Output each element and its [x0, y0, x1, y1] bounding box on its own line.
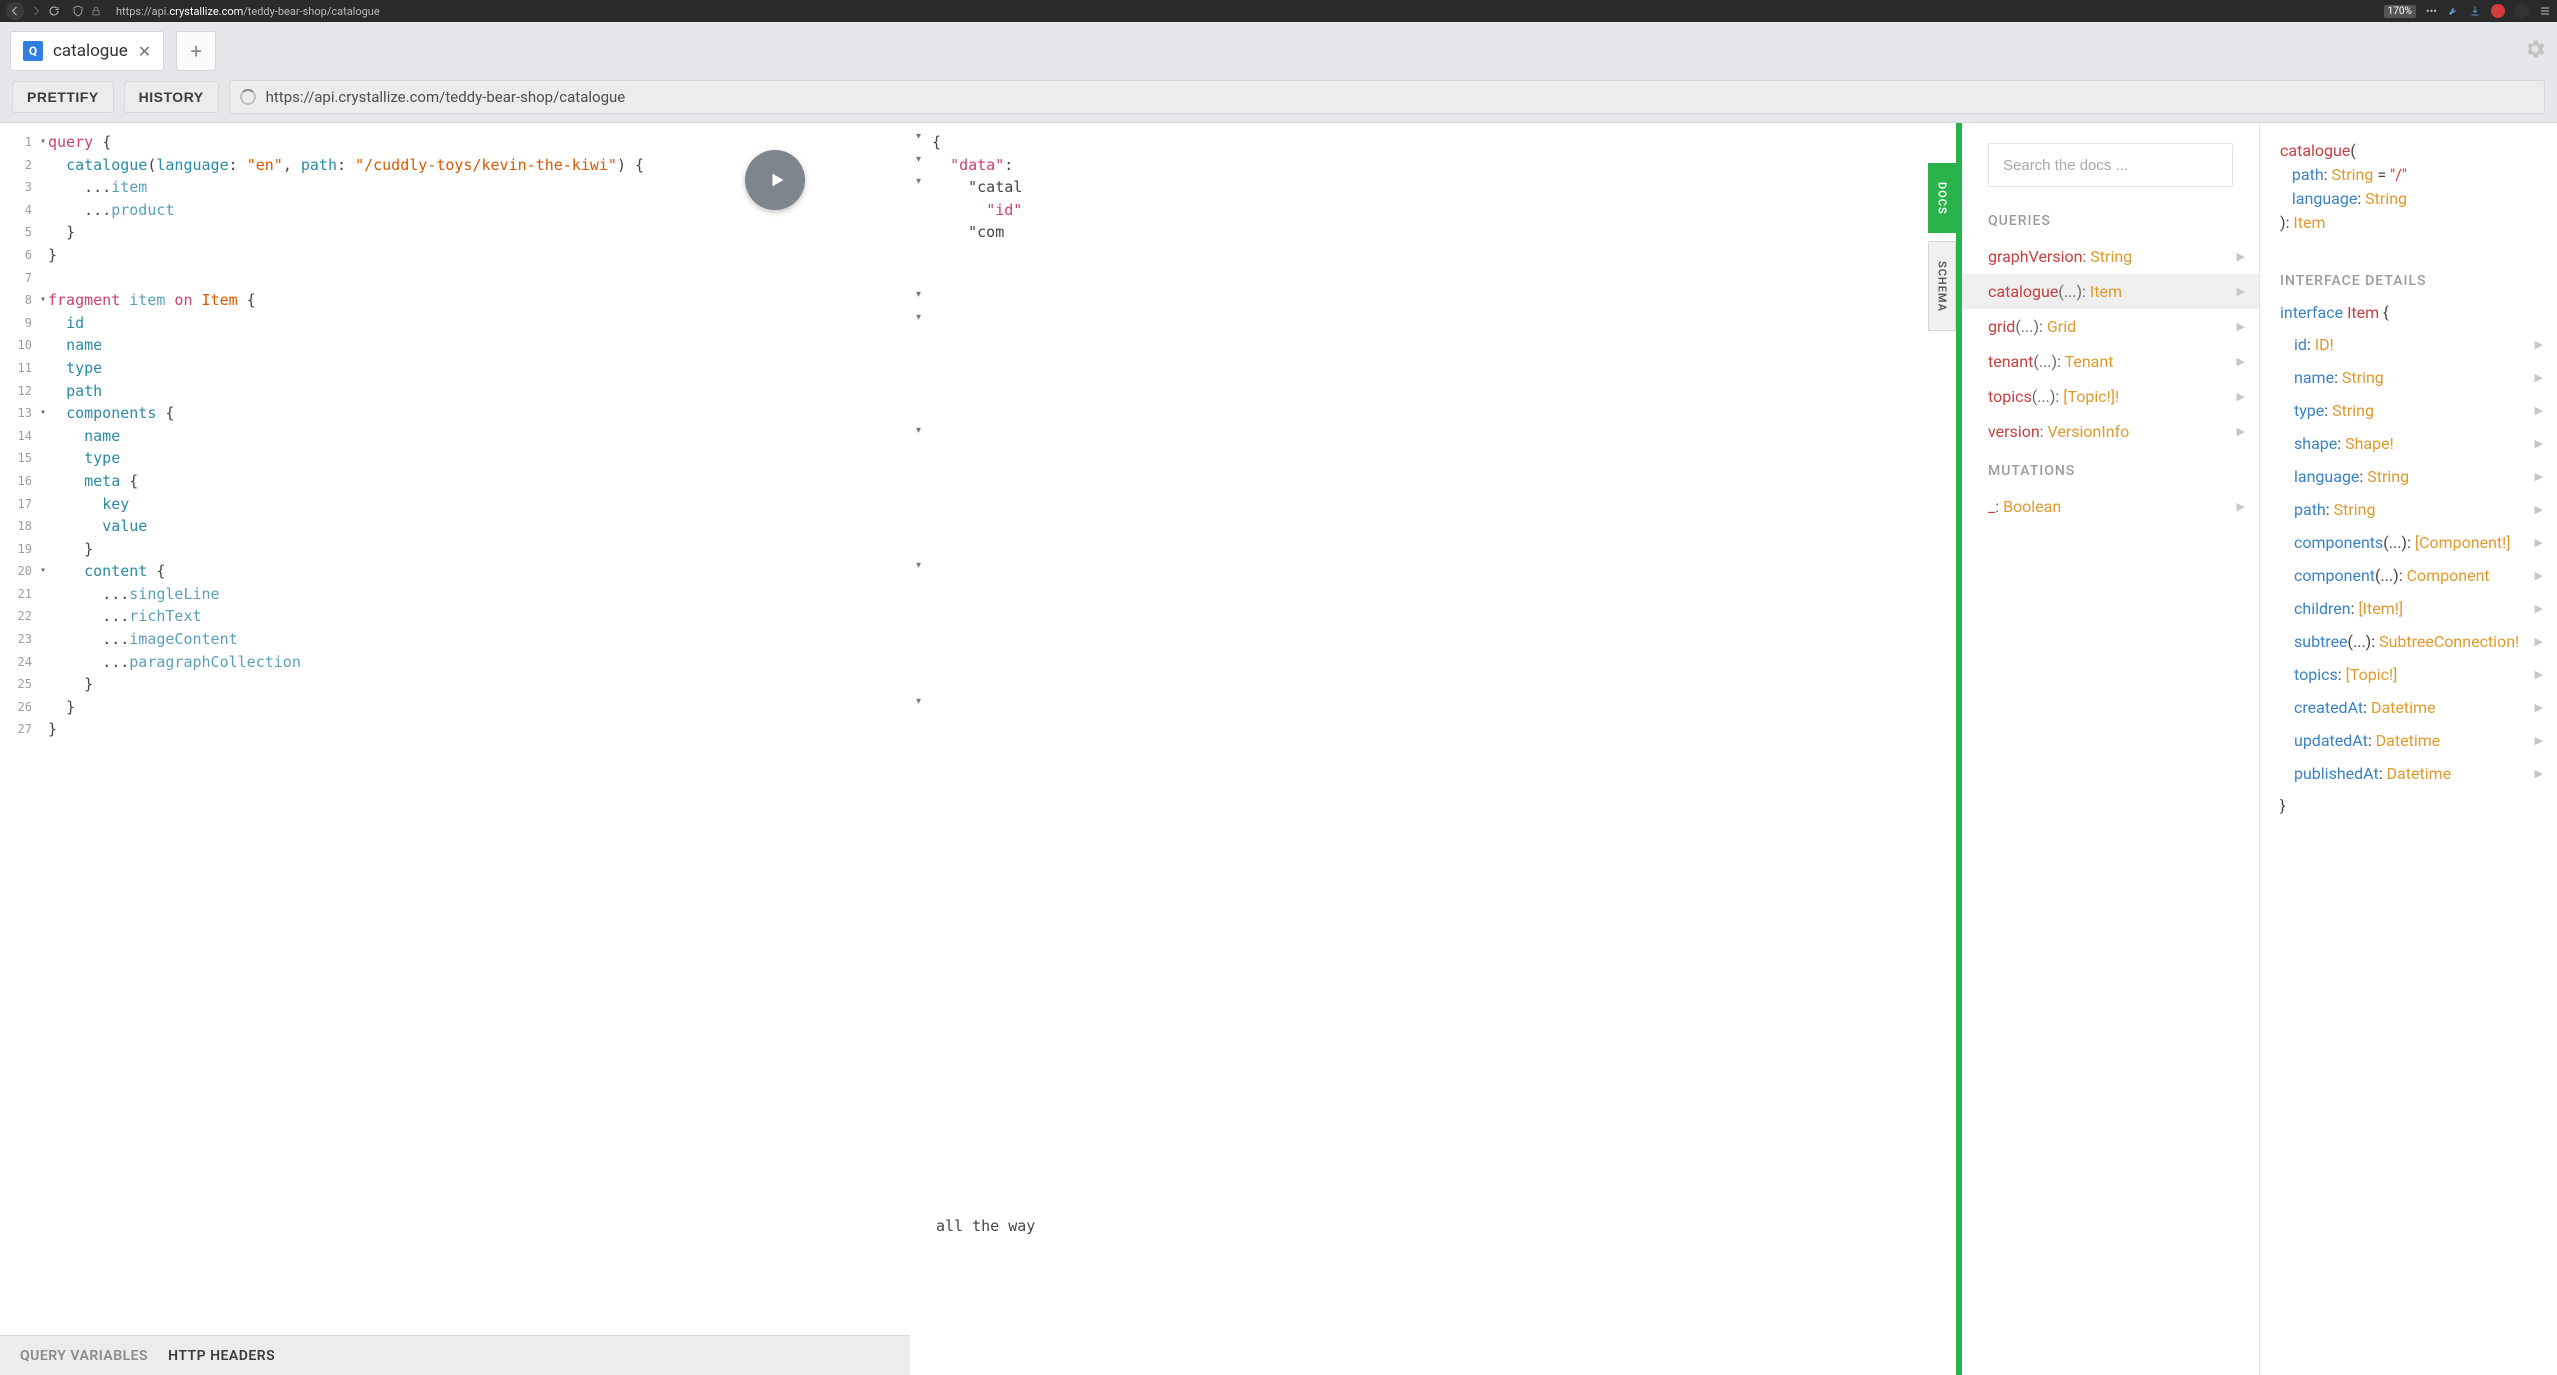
field-createdAt[interactable]: createdAt: Datetime▶ [2260, 691, 2557, 724]
wrench-icon[interactable] [2447, 5, 2459, 17]
extension-icon[interactable] [2491, 4, 2505, 18]
query-graphVersion[interactable]: graphVersion: String▶ [1962, 239, 2259, 274]
hamburger-icon[interactable] [2539, 5, 2551, 17]
query-variables-tab[interactable]: QUERY VARIABLES [20, 1348, 148, 1364]
toolbar: PRETTIFY HISTORY https://api.crystallize… [0, 80, 2557, 122]
interface-close: } [2260, 790, 2557, 821]
query-_[interactable]: _: Boolean▶ [1962, 489, 2259, 524]
results-pane: ▾▾▾▾▾▾▾▾ { "data": "catal "id" "com all … [910, 122, 2557, 1375]
tab-catalogue[interactable]: Q catalogue ✕ [10, 31, 164, 71]
settings-button[interactable] [2523, 37, 2547, 65]
field-children[interactable]: children: [Item!]▶ [2260, 592, 2557, 625]
docs-panel: DOCS SCHEMA QUERIES graphVersion: String… [1961, 123, 2557, 1375]
new-tab-button[interactable]: + [176, 31, 216, 71]
address-bar[interactable]: https://api.crystallize.com/teddy-bear-s… [116, 5, 380, 18]
tab-icon: Q [23, 41, 43, 61]
type-signature: catalogue( path: String = "/" language: … [2260, 123, 2557, 249]
field-type[interactable]: type: String▶ [2260, 394, 2557, 427]
docs-search-input[interactable] [1988, 143, 2233, 187]
query-editor-pane: 1▾2345678▾910111213▾14151617181920▾21222… [0, 122, 910, 1375]
endpoint-input[interactable]: https://api.crystallize.com/teddy-bear-s… [229, 80, 2545, 114]
workspace: 1▾2345678▾910111213▾14151617181920▾21222… [0, 122, 2557, 1375]
close-icon[interactable]: ✕ [138, 42, 151, 61]
history-button[interactable]: HISTORY [124, 81, 219, 113]
interface-details-header: INTERFACE DETAILS [2260, 249, 2557, 297]
results-bottom-text: all the way [936, 1217, 1035, 1235]
field-components[interactable]: components(...): [Component!]▶ [2260, 526, 2557, 559]
queries-header: QUERIES [1962, 199, 2259, 239]
query-editor[interactable]: 1▾2345678▾910111213▾14151617181920▾21222… [0, 123, 910, 1335]
field-updatedAt[interactable]: updatedAt: Datetime▶ [2260, 724, 2557, 757]
query-topics[interactable]: topics(...): [Topic!]!▶ [1962, 379, 2259, 414]
query-grid[interactable]: grid(...): Grid▶ [1962, 309, 2259, 344]
mutations-header: MUTATIONS [1962, 449, 2259, 489]
interface-declaration: interface Item { [2260, 297, 2557, 328]
lock-icon [90, 5, 102, 17]
query-version[interactable]: version: VersionInfo▶ [1962, 414, 2259, 449]
extension-dark-icon[interactable] [2515, 4, 2529, 18]
forward-button[interactable] [30, 5, 42, 17]
field-name[interactable]: name: String▶ [2260, 361, 2557, 394]
zoom-indicator[interactable]: 170% [2384, 5, 2416, 18]
spinner-icon [240, 89, 256, 105]
field-path[interactable]: path: String▶ [2260, 493, 2557, 526]
field-publishedAt[interactable]: publishedAt: Datetime▶ [2260, 757, 2557, 790]
field-topics[interactable]: topics: [Topic!]▶ [2260, 658, 2557, 691]
panel-divider[interactable] [1956, 123, 1962, 1375]
execute-button[interactable] [745, 150, 805, 210]
field-id[interactable]: id: ID!▶ [2260, 328, 2557, 361]
download-icon[interactable] [2469, 5, 2481, 17]
query-tenant[interactable]: tenant(...): Tenant▶ [1962, 344, 2259, 379]
tab-title: catalogue [53, 41, 128, 61]
field-shape[interactable]: shape: Shape!▶ [2260, 427, 2557, 460]
back-button[interactable] [6, 2, 24, 20]
tab-bar: Q catalogue ✕ + [0, 22, 2557, 80]
schema-tab[interactable]: SCHEMA [1928, 241, 1956, 331]
reload-button[interactable] [48, 5, 60, 17]
prettify-button[interactable]: PRETTIFY [12, 81, 114, 113]
field-component[interactable]: component(...): Component▶ [2260, 559, 2557, 592]
field-language[interactable]: language: String▶ [2260, 460, 2557, 493]
editor-footer: QUERY VARIABLES HTTP HEADERS [0, 1335, 910, 1375]
http-headers-tab[interactable]: HTTP HEADERS [168, 1348, 275, 1364]
field-subtree[interactable]: subtree(...): SubtreeConnection!▶ [2260, 625, 2557, 658]
shield-icon [72, 5, 84, 17]
docs-detail-column: catalogue( path: String = "/" language: … [2260, 123, 2557, 1375]
docs-queries-column: QUERIES graphVersion: String▶catalogue(.… [1962, 123, 2260, 1375]
query-catalogue[interactable]: catalogue(...): Item▶ [1962, 274, 2259, 309]
docs-tab[interactable]: DOCS [1928, 163, 1956, 233]
more-icon[interactable]: ••• [2426, 5, 2437, 18]
browser-chrome: https://api.crystallize.com/teddy-bear-s… [0, 0, 2557, 22]
